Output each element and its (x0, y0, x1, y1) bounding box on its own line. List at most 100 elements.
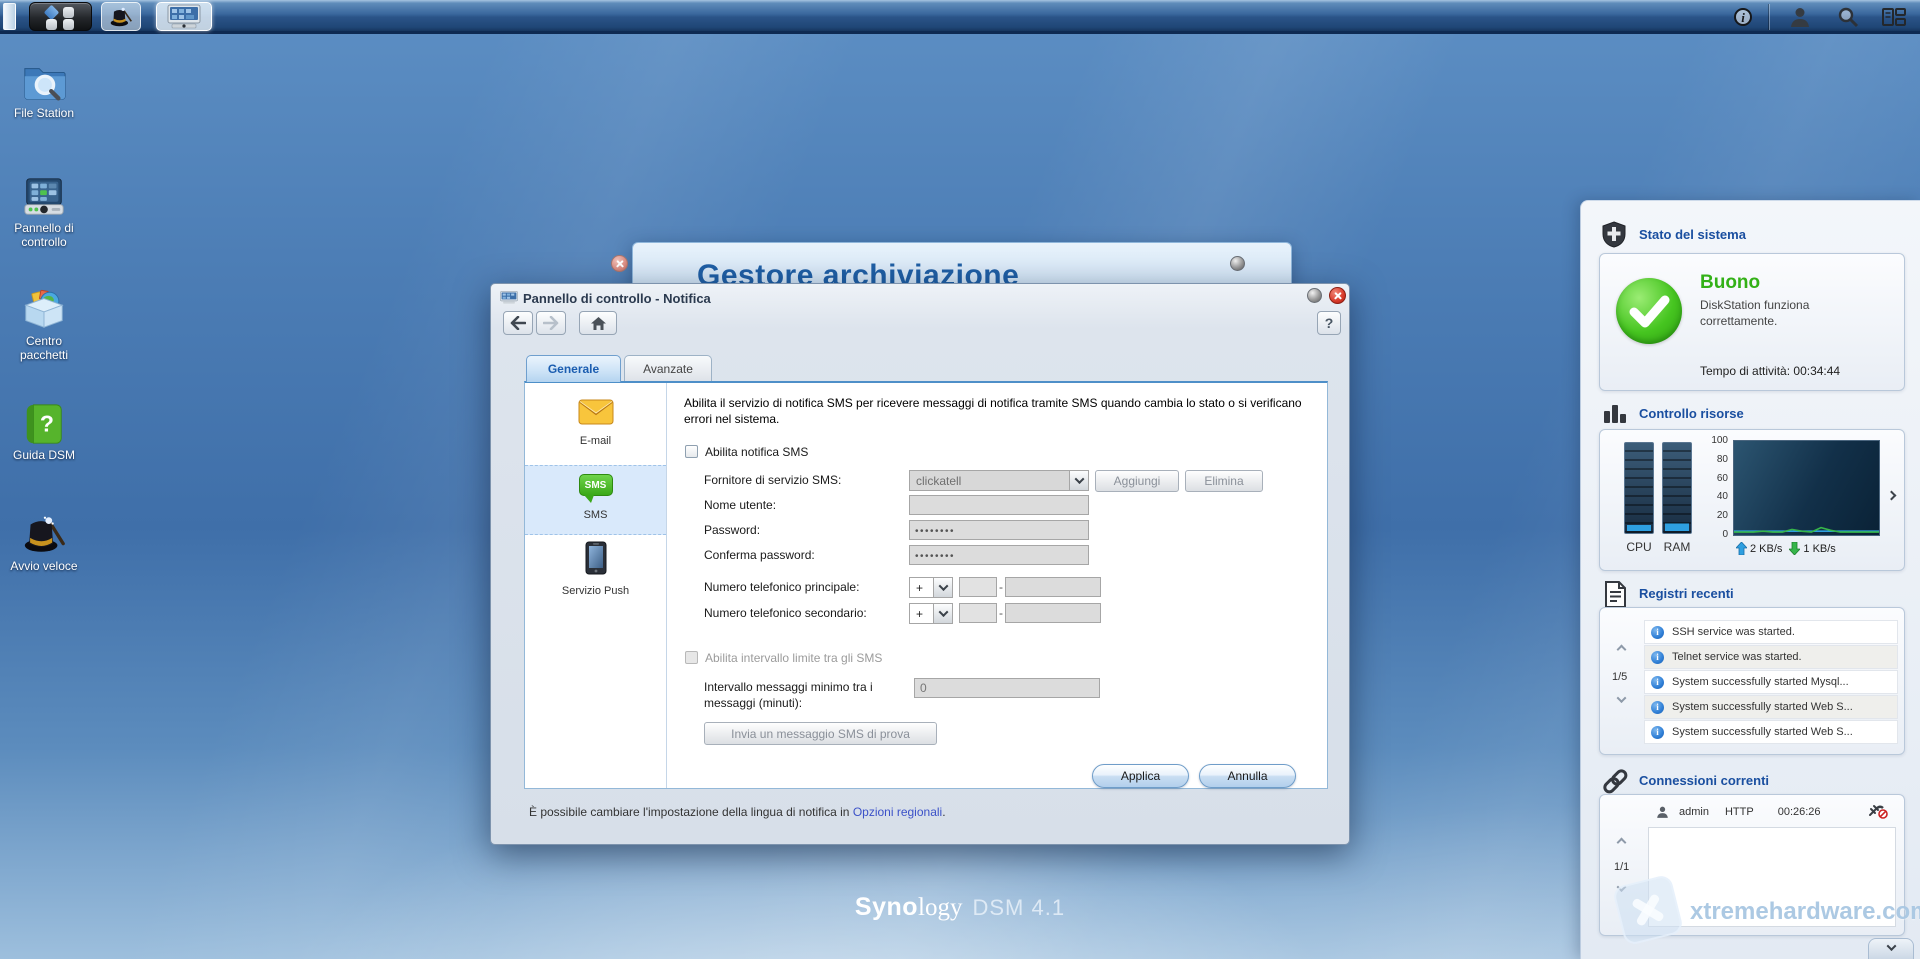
desktop-icon-quick-start[interactable]: Avvio veloce (6, 513, 82, 574)
connections-page-down-chevron[interactable] (1617, 882, 1627, 892)
log-text: SSH service was started. (1672, 626, 1795, 638)
interval-minutes-label: Intervallo messaggi minimo tra i messagg… (704, 680, 910, 711)
main-menu-button[interactable] (29, 2, 92, 31)
disconnect-plug-icon[interactable] (1868, 803, 1888, 819)
apply-button[interactable]: Applica (1092, 764, 1189, 788)
desktop: File Station Pannello di controllo (0, 0, 1920, 959)
provider-select[interactable]: clickatell (909, 470, 1089, 491)
widget-title-system-status: Stato del sistema (1639, 227, 1746, 242)
log-row[interactable]: System successfully started Web S... (1644, 695, 1898, 719)
enable-sms-checkbox[interactable] (685, 445, 698, 458)
close-icon[interactable] (1329, 287, 1346, 304)
interval-minutes-field[interactable]: 0 (914, 678, 1100, 698)
taskbar-app-control-panel[interactable] (156, 2, 212, 31)
sidebar-item-email[interactable]: E-mail (525, 393, 666, 465)
desktop-icon-dsm-help[interactable]: ? Guida DSM (6, 402, 82, 463)
desktop-icon-package-center[interactable]: Centro pacchetti (6, 288, 82, 363)
primary-phone-code-field[interactable] (959, 577, 997, 597)
desktop-icon-file-station[interactable]: File Station (6, 60, 82, 121)
phone-separator: - (999, 606, 1003, 620)
forward-button[interactable] (536, 311, 566, 335)
desktop-icon-control-panel[interactable]: Pannello di controllo (6, 175, 82, 250)
sidebar-divider (666, 383, 667, 788)
brand-logy: logy (918, 894, 962, 921)
log-row[interactable]: System successfully started Mysql... (1644, 670, 1898, 694)
widget-title-connections: Connessioni correnti (1639, 773, 1769, 788)
home-icon (590, 316, 607, 331)
sidebar-item-label: SMS (525, 509, 666, 521)
secondary-phone-code-field[interactable] (959, 603, 997, 623)
send-test-sms-button[interactable]: Invia un messaggio SMS di prova (704, 722, 937, 745)
minimize-button[interactable] (1230, 256, 1245, 271)
primary-phone-number-field[interactable] (1005, 577, 1101, 597)
connections-page-up-chevron[interactable] (1617, 838, 1627, 848)
minimize-button[interactable] (1307, 288, 1322, 303)
connection-protocol: HTTP (1725, 806, 1754, 818)
secondary-phone-number-field[interactable] (1005, 603, 1101, 623)
widget-panel: Stato del sistema Buono DiskStation funz… (1580, 200, 1920, 959)
desktop-icon-label: Avvio veloce (6, 560, 82, 574)
prefix-value: + (910, 581, 933, 595)
show-desktop-button[interactable] (3, 3, 16, 30)
username-field[interactable] (909, 495, 1089, 515)
search-icon (1837, 6, 1859, 28)
connection-row[interactable]: admin HTTP 00:26:26 (1656, 805, 1896, 819)
tab-avanzate[interactable]: Avanzate (624, 355, 712, 382)
log-row[interactable]: SSH service was started. (1644, 620, 1898, 644)
search-button[interactable] (1836, 5, 1860, 29)
log-row[interactable]: System successfully started Web S... (1644, 720, 1898, 744)
close-icon[interactable] (611, 255, 628, 272)
magician-hat-icon (21, 513, 67, 557)
uptime: Tempo di attività: 00:34:44 (1700, 364, 1840, 378)
delete-provider-button[interactable]: Elimina (1185, 470, 1263, 492)
main-menu-icon (46, 19, 57, 30)
link-icon (1601, 767, 1629, 795)
provider-label: Fornitore di servizio SMS: (704, 473, 841, 487)
add-provider-button[interactable]: Aggiungi (1095, 470, 1179, 492)
expand-resource-monitor-chevron[interactable] (1887, 491, 1897, 501)
widget-title-recent-logs: Registri recenti (1639, 586, 1734, 601)
cancel-button[interactable]: Annulla (1199, 764, 1296, 788)
password-field[interactable]: •••••••• (909, 520, 1089, 540)
info-icon (1651, 651, 1664, 664)
bar-chart-icon (1603, 403, 1629, 425)
enable-sms-label: Abilita notifica SMS (705, 445, 808, 459)
control-panel-icon (167, 4, 201, 29)
email-icon (578, 399, 614, 425)
log-row[interactable]: Telnet service was started. (1644, 645, 1898, 669)
sidebar-item-push-service[interactable]: Servizio Push (525, 535, 666, 609)
shield-icon (1601, 221, 1627, 248)
sidebar-item-sms[interactable]: SMS SMS (525, 465, 666, 535)
sidebar-item-label: Servizio Push (525, 585, 666, 597)
chevron-down-icon (933, 604, 952, 623)
info-button[interactable] (1731, 5, 1755, 29)
regional-options-link[interactable]: Opzioni regionali (853, 805, 942, 819)
system-status-box: Buono DiskStation funziona correttamente… (1599, 253, 1905, 391)
status-value: Buono (1700, 272, 1760, 294)
upload-rate: 2 KB/s (1750, 543, 1782, 555)
svg-text:?: ? (40, 411, 54, 437)
widget-panel-collapse-button[interactable] (1868, 938, 1914, 959)
logs-page-up-chevron[interactable] (1617, 645, 1627, 655)
help-button[interactable]: ? (1317, 311, 1341, 335)
secondary-prefix-select[interactable]: + (909, 603, 953, 624)
logs-page-down-chevron[interactable] (1617, 693, 1627, 703)
logs-page-indicator: 1/5 (1612, 671, 1627, 683)
user-menu-button[interactable] (1788, 5, 1812, 29)
password-label: Password: (704, 523, 760, 537)
pilot-view-button[interactable] (1882, 5, 1906, 29)
confirm-password-field[interactable]: •••••••• (909, 545, 1089, 565)
primary-prefix-select[interactable]: + (909, 577, 953, 598)
notification-dialog: Pannello di controllo - Notifica ? Gener… (490, 283, 1350, 845)
tab-generale[interactable]: Generale (526, 355, 621, 382)
chevron-down-icon (933, 578, 952, 597)
footer-text: È possibile cambiare l'impostazione dell… (529, 805, 853, 819)
phone-separator: - (999, 580, 1003, 594)
brand-syno: Syno (855, 893, 918, 921)
chart-y-axis: 100 80 60 40 20 0 (1704, 436, 1728, 540)
resource-monitor-box: CPU RAM 100 80 60 40 20 0 2 KB/s (1599, 429, 1905, 571)
back-button[interactable] (503, 311, 533, 335)
taskbar-app-quick-launch[interactable] (101, 2, 141, 31)
home-button[interactable] (579, 311, 617, 335)
sms-interval-checkbox[interactable] (685, 651, 698, 664)
